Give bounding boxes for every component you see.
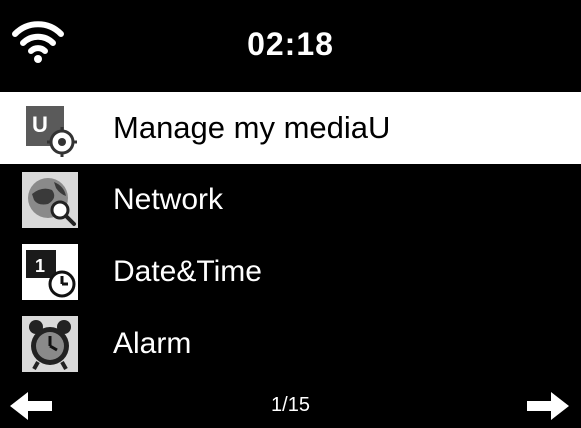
svg-text:1: 1 — [35, 256, 45, 276]
calendar-clock-icon: 1 — [22, 244, 78, 300]
device-screen: 02:18 U Manage my mediaU Network 1 Date&… — [0, 0, 581, 428]
menu-item-date-time[interactable]: 1 Date&Time — [0, 236, 581, 308]
menu-item-label: Network — [113, 183, 224, 216]
menu-item-manage-my-mediau[interactable]: U Manage my mediaU — [0, 92, 581, 164]
arrow-right-icon[interactable] — [525, 390, 571, 422]
page-indicator: 1/15 — [271, 394, 310, 416]
menu-item-label: Manage my mediaU — [113, 110, 391, 145]
menu-item-alarm[interactable]: Alarm — [0, 308, 581, 380]
media-u-icon: U — [26, 106, 77, 157]
alarm-clock-icon — [22, 316, 78, 372]
menu-list: U Manage my mediaU Network 1 Date&Time A… — [0, 92, 581, 380]
menu-item-network[interactable]: Network — [0, 164, 581, 236]
svg-text:U: U — [32, 112, 48, 137]
clock: 02:18 — [247, 26, 334, 62]
status-bar: 02:18 — [0, 0, 581, 92]
menu-item-label: Alarm — [113, 327, 192, 360]
menu-item-label: Date&Time — [113, 255, 262, 288]
footer-bar: 1/15 — [0, 384, 581, 428]
network-globe-icon — [22, 172, 78, 228]
